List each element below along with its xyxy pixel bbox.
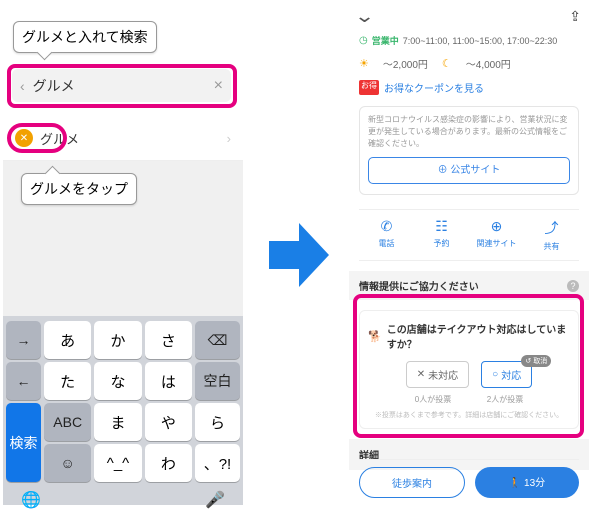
official-site-button[interactable]: 公式サイト — [368, 157, 570, 184]
calendar-icon: ☷ — [414, 218, 469, 235]
share-out-icon: ⤴ — [524, 218, 579, 238]
key-punct[interactable]: 、?! — [195, 444, 240, 482]
key-abc[interactable]: ABC — [44, 403, 91, 441]
chevron-right-icon: › — [227, 131, 231, 146]
phone-icon: ✆ — [359, 218, 414, 235]
key-ka[interactable]: か — [94, 321, 141, 359]
action-related[interactable]: ⊕ 関連サイト — [469, 210, 524, 260]
clock-icon: ◷ — [359, 35, 368, 46]
walk-time-button[interactable]: 🚶 13分 — [475, 467, 579, 498]
key-wa[interactable]: わ — [145, 444, 192, 482]
phone-right: ⌄ ⇪ ◷ 営業中 7:00~11:00, 11:00~15:00, 17:00… — [349, 1, 589, 506]
key-na[interactable]: な — [94, 362, 141, 400]
notice-text: 新型コロナウイルス感染症の影響により、営業状況に変更が発生している場合があります… — [368, 114, 570, 150]
globe-icon: ⊕ — [469, 218, 524, 235]
coupon-badge: お得 — [359, 80, 379, 95]
key-ra[interactable]: ら — [195, 403, 240, 441]
action-reserve[interactable]: ☷ 予約 — [414, 210, 469, 260]
sun-icon: ☀ — [359, 57, 369, 70]
globe-icon[interactable]: 🌐 — [21, 490, 41, 510]
key-a[interactable]: あ — [44, 321, 91, 359]
coop-title: 情報提供にご協力ください — [359, 278, 479, 293]
detail-header[interactable]: 詳細 — [349, 439, 589, 470]
key-sa[interactable]: さ — [145, 321, 192, 359]
keyboard: → あ か さ ⌫ ← た な は 空白 ABC ま や ら 検索 ☺ ^_^ … — [3, 316, 243, 505]
key-emoji[interactable]: ☺ — [44, 444, 91, 482]
callout-search: グルメと入れて検索 — [13, 21, 157, 53]
highlight-search — [7, 64, 237, 108]
coupon-text: お得なクーポンを見る — [384, 80, 484, 95]
mic-icon[interactable]: 🎤 — [205, 490, 225, 510]
divider — [359, 459, 579, 460]
help-icon[interactable]: ? — [567, 280, 579, 292]
business-hours: ◷ 営業中 7:00~11:00, 11:00~15:00, 17:00~22:… — [359, 31, 579, 50]
action-phone[interactable]: ✆ 電話 — [359, 210, 414, 260]
price-line: ☀ ～2,000円 ☾ ～4,000円 — [359, 50, 579, 77]
collapse-icon[interactable]: ⌄ — [354, 6, 375, 27]
hours-text: 7:00~11:00, 11:00~15:00, 17:00~22:30 — [403, 36, 558, 46]
walk-guide-button[interactable]: 徒歩案内 — [359, 467, 465, 498]
notice-box: 新型コロナウイルス感染症の影響により、営業状況に変更が発生している場合があります… — [359, 106, 579, 195]
moon-icon: ☾ — [442, 57, 452, 70]
highlight-row — [7, 123, 67, 153]
key-dakuten[interactable]: ^_^ — [94, 444, 141, 482]
coupon-link[interactable]: お得 お得なクーポンを見る — [359, 77, 579, 103]
key-ma[interactable]: ま — [94, 403, 141, 441]
key-space[interactable]: 空白 — [195, 362, 240, 400]
highlight-coop — [353, 294, 584, 438]
header: ⌄ ⇪ — [349, 4, 589, 28]
arrow-right — [269, 215, 329, 295]
key-search[interactable]: 検索 — [6, 403, 41, 482]
key-backspace[interactable]: ⌫ — [195, 321, 240, 359]
price-night: ～4,000円 — [466, 56, 511, 71]
share-icon[interactable]: ⇪ — [569, 8, 581, 25]
action-row: ✆ 電話 ☷ 予約 ⊕ 関連サイト ⤴ 共有 — [359, 209, 579, 261]
key-ya[interactable]: や — [145, 403, 192, 441]
key-arrow-left[interactable]: ← — [6, 362, 41, 400]
price-day: ～2,000円 — [383, 56, 428, 71]
key-arrow-right[interactable]: → — [6, 321, 41, 359]
key-ha[interactable]: は — [145, 362, 192, 400]
callout-tap: グルメをタップ — [21, 173, 137, 205]
key-ta[interactable]: た — [44, 362, 91, 400]
phone-left: グルメと入れて検索 グルメをタップ ‹ グルメ × ✕ グルメ › → あ か … — [3, 1, 243, 506]
action-share[interactable]: ⤴ 共有 — [524, 210, 579, 260]
open-label: 営業中 — [372, 34, 399, 47]
